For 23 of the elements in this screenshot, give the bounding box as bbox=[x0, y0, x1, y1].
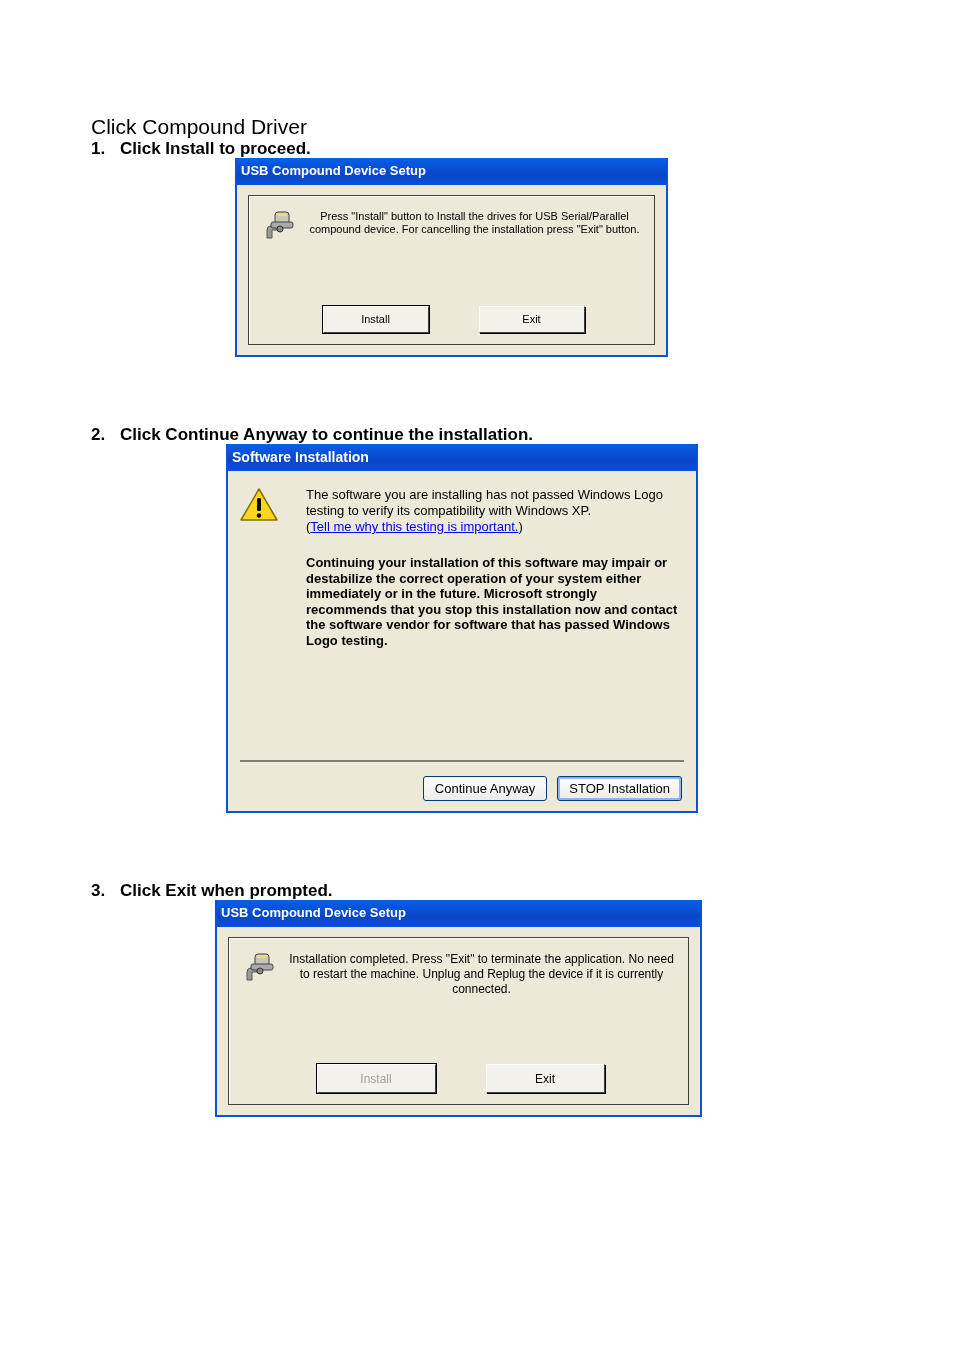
step-number: 2. bbox=[91, 425, 107, 444]
device-icon bbox=[243, 950, 277, 982]
page-heading: Click Compound Driver bbox=[91, 115, 308, 139]
step-number: 1. bbox=[91, 139, 107, 158]
warning-icon bbox=[240, 487, 278, 523]
help-link[interactable]: Tell me why this testing is important. bbox=[310, 519, 519, 534]
step-instruction: Click Install to proceed. bbox=[120, 139, 311, 158]
step-number: 3. bbox=[91, 881, 107, 900]
step-instruction: Click Continue Anyway to continue the installation. bbox=[120, 425, 534, 444]
dialog-button[interactable]: Exit bbox=[485, 1064, 605, 1093]
step-instruction: Click Exit when prompted. bbox=[120, 881, 333, 900]
window-title: Software Installation bbox=[228, 444, 696, 471]
warning-text: Continuing your installation of this software may impair or destabilize the correct operation of your system either immediately or in the future. Microsoft strongly recommends that you stop this installation now and contact the software vendor for software that has passed Windows Logo testing. bbox=[306, 555, 678, 649]
dialog-button[interactable]: STOP Installation bbox=[557, 776, 682, 801]
window-title: USB Compound Device Setup bbox=[237, 158, 666, 185]
dialog-button[interactable]: Continue Anyway bbox=[422, 776, 548, 801]
dialog-message: Installation completed. Press "Exit" to terminate the application. No need to restart the machine. Unplug and Replug the device if it is currently connected. bbox=[288, 951, 675, 997]
dialog-button[interactable]: Exit bbox=[478, 306, 585, 333]
dialog-message: Press "Install" button to Install the drives for USB Serial/Parallel compound device. For cancelling the installation press "Exit" button. bbox=[308, 209, 641, 237]
window-title: USB Compound Device Setup bbox=[217, 900, 700, 927]
device-icon bbox=[263, 208, 297, 240]
warning-message: The software you are installing has not passed Windows Logo testing to verify its compatibility with Windows XP. (Tell me why this testing is important.) bbox=[306, 487, 664, 535]
dialog-button[interactable]: Install bbox=[322, 306, 429, 333]
